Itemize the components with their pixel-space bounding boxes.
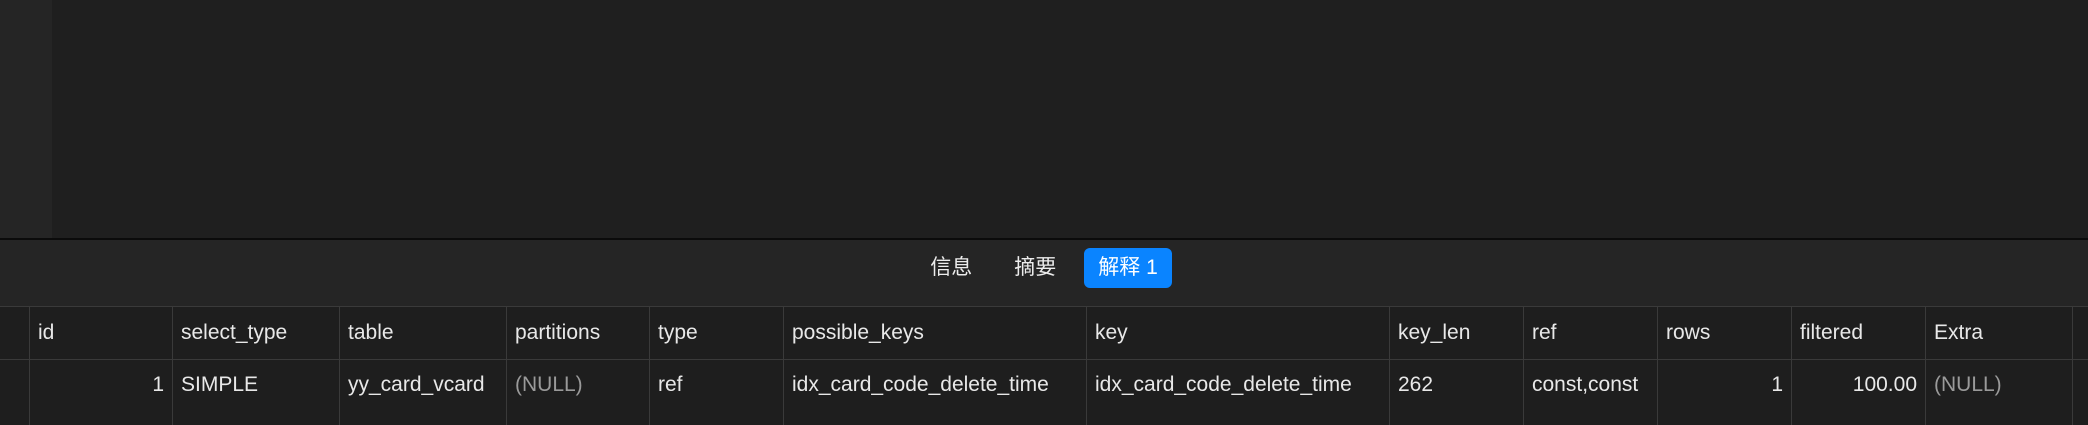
row-selector-header[interactable] (0, 307, 30, 359)
cell-key[interactable]: idx_card_code_delete_time (1087, 360, 1390, 425)
sql-editor[interactable] (0, 0, 2088, 238)
tab-summary[interactable]: 摘要 (1000, 248, 1070, 288)
column-header-key-len[interactable]: key_len (1390, 307, 1524, 359)
grid-header-row: id select_type table partitions type pos… (0, 307, 2088, 360)
column-header-rows[interactable]: rows (1658, 307, 1792, 359)
column-header-extra[interactable]: Extra (1926, 307, 2073, 359)
column-header-ref[interactable]: ref (1524, 307, 1658, 359)
line-number-gutter (0, 0, 52, 238)
cell-partitions[interactable]: (NULL) (507, 360, 650, 425)
cell-type[interactable]: ref (650, 360, 784, 425)
column-header-type[interactable]: type (650, 307, 784, 359)
cell-rows[interactable]: 1 (1658, 360, 1792, 425)
result-tabs: 信息 摘要 解释 1 (0, 248, 2088, 288)
cell-select-type[interactable]: SIMPLE (173, 360, 340, 425)
column-header-id[interactable]: id (30, 307, 173, 359)
cell-extra[interactable]: (NULL) (1926, 360, 2073, 425)
column-header-possible-keys[interactable]: possible_keys (784, 307, 1087, 359)
editor-text-area[interactable] (52, 0, 2088, 238)
cell-table[interactable]: yy_card_vcard (340, 360, 507, 425)
column-header-key[interactable]: key (1087, 307, 1390, 359)
tab-explain-1[interactable]: 解释 1 (1084, 248, 1172, 288)
table-row[interactable]: 1 SIMPLE yy_card_vcard (NULL) ref idx_ca… (0, 360, 2088, 425)
explain-result-grid: id select_type table partitions type pos… (0, 306, 2088, 425)
cell-key-len[interactable]: 262 (1390, 360, 1524, 425)
cell-possible-keys[interactable]: idx_card_code_delete_time (784, 360, 1087, 425)
column-header-select-type[interactable]: select_type (173, 307, 340, 359)
row-selector[interactable] (0, 360, 30, 425)
cell-ref[interactable]: const,const (1524, 360, 1658, 425)
column-header-table[interactable]: table (340, 307, 507, 359)
cell-filtered[interactable]: 100.00 (1792, 360, 1926, 425)
column-header-partitions[interactable]: partitions (507, 307, 650, 359)
tab-info[interactable]: 信息 (916, 248, 986, 288)
cell-id[interactable]: 1 (30, 360, 173, 425)
column-header-filtered[interactable]: filtered (1792, 307, 1926, 359)
result-tab-bar: 信息 摘要 解释 1 (0, 240, 2088, 306)
